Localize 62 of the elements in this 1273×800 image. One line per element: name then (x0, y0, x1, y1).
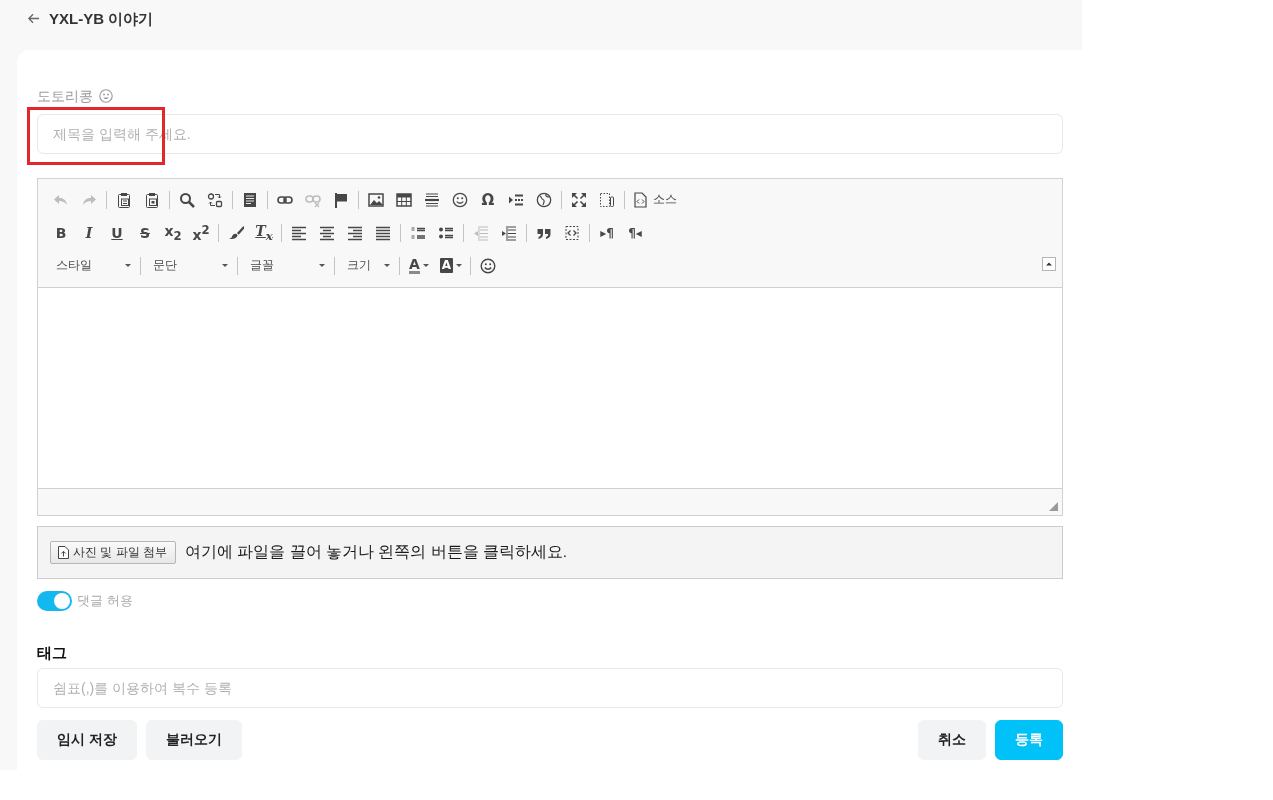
paintbrush-icon[interactable] (228, 224, 244, 241)
search-icon[interactable] (179, 191, 195, 208)
remove-format-button[interactable]: T$_{x}$ (250, 220, 278, 245)
text-color-button[interactable]: A (403, 253, 435, 278)
table-icon[interactable] (396, 191, 412, 208)
caret-icon (222, 264, 228, 267)
document-lines-icon[interactable] (242, 191, 258, 208)
image-icon[interactable] (368, 191, 384, 208)
background-color-button[interactable]: A (435, 253, 467, 278)
numbered-list-icon[interactable] (410, 224, 426, 241)
subscript-button[interactable]: x$_{2}$ (159, 220, 187, 245)
attach-file-button[interactable]: 사진 및 파일 첨부 (50, 541, 176, 564)
code-document-icon (632, 191, 648, 208)
back-arrow-icon[interactable] (27, 12, 40, 25)
toolbar-dropdown[interactable]: 스타일 (47, 253, 137, 278)
caret-icon (456, 264, 463, 267)
resize-handle-icon[interactable] (1049, 502, 1058, 511)
comment-toggle-label: 댓글 허용 (77, 592, 133, 610)
cancel-button[interactable]: 취소 (918, 720, 986, 760)
caret-icon (422, 264, 429, 267)
flag-icon[interactable] (333, 191, 349, 208)
caret-icon (384, 264, 390, 267)
toolbar-dropdown[interactable]: 문단 (144, 253, 234, 278)
emoji-face-icon (99, 89, 113, 103)
globe-icon[interactable] (536, 191, 552, 208)
smiley-icon[interactable] (480, 257, 496, 274)
align-right-icon[interactable] (347, 224, 363, 241)
file-upload-icon (58, 546, 69, 559)
caret-icon (319, 264, 325, 267)
toolbar-dropdown[interactable]: 크기 (338, 253, 396, 278)
italic-button[interactable]: I (75, 220, 103, 245)
bold-button[interactable]: B (47, 220, 75, 245)
special-character-button[interactable]: Ω (474, 187, 502, 212)
source-button[interactable]: 소스 (628, 187, 681, 212)
superscript-button[interactable]: x$^{2}$ (187, 220, 215, 245)
action-button[interactable]: 임시 저장 (37, 720, 137, 760)
align-justify-icon[interactable] (375, 224, 391, 241)
drop-hint: 여기에 파일을 끌어 놓거나 왼쪽의 버튼을 클릭하세요. (185, 542, 568, 562)
clipboard-icon[interactable] (144, 191, 160, 208)
smiley-icon[interactable] (452, 191, 468, 208)
page-title: YXL-YB 이야기 (49, 9, 154, 28)
replace-icon[interactable] (207, 191, 223, 208)
comment-toggle[interactable] (37, 591, 72, 611)
show-blocks-icon[interactable] (599, 191, 615, 208)
horizontal-lines-icon[interactable] (424, 191, 440, 208)
strikethrough-button[interactable]: S (131, 220, 159, 245)
text-direction-button[interactable]: ¶◂ (621, 220, 649, 245)
collapse-toolbar-icon[interactable] (1042, 257, 1056, 271)
text-direction-button[interactable]: ▸¶ (593, 220, 621, 245)
indent-icon[interactable] (501, 224, 517, 241)
clipboard-icon[interactable] (116, 191, 132, 208)
align-left-icon[interactable] (291, 224, 307, 241)
tags-label: 태그 (37, 644, 68, 662)
action-button[interactable]: 불러오기 (145, 720, 242, 760)
div-block-icon[interactable] (564, 224, 580, 241)
maximize-icon[interactable] (571, 191, 587, 208)
toolbar-dropdown[interactable]: 글꼴 (241, 253, 331, 278)
caret-icon (125, 264, 131, 267)
tags-input[interactable]: 쉼표(,)를 이용하여 복수 등록 (37, 668, 1063, 708)
align-center-icon[interactable] (319, 224, 335, 241)
author-name: 도토리콩 (37, 87, 93, 105)
underline-button[interactable]: U (103, 220, 131, 245)
